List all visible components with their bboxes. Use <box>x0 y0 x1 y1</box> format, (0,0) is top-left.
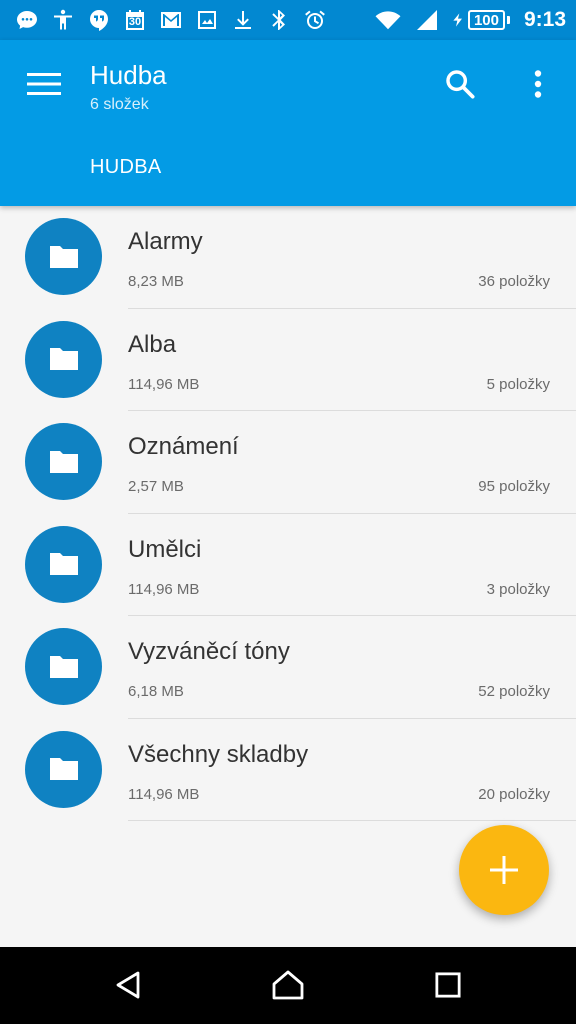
search-icon <box>446 70 475 99</box>
folder-item-count: 36 položky <box>478 273 550 290</box>
folder-item[interactable]: Vyzváněcí tóny 6,18 MB 52 položky <box>0 616 576 719</box>
divider <box>128 820 576 821</box>
folder-size: 8,23 MB <box>128 273 184 290</box>
folder-icon-circle <box>25 628 102 705</box>
more-options-button[interactable] <box>516 62 560 106</box>
navigation-bar <box>0 947 576 1024</box>
folder-item-count: 52 položky <box>478 683 550 700</box>
charging-icon <box>450 7 466 33</box>
more-vert-icon <box>534 70 542 98</box>
folder-size: 114,96 MB <box>128 580 200 598</box>
folder-item[interactable]: Alba 114,96 MB 5 položky <box>0 309 576 411</box>
wifi-icon <box>372 7 404 33</box>
breadcrumb[interactable]: HUDBA <box>90 156 162 179</box>
folder-icon <box>49 450 78 473</box>
recent-apps-icon <box>435 972 461 998</box>
folder-icon-circle <box>25 423 102 500</box>
recent-apps-button[interactable] <box>426 965 470 1005</box>
download-icon <box>230 7 256 33</box>
folder-item[interactable]: Oznámení 2,57 MB 95 položky <box>0 411 576 514</box>
back-button[interactable] <box>106 965 150 1005</box>
hangouts-icon <box>86 7 112 33</box>
calendar-day: 30 <box>128 16 142 28</box>
accessibility-icon <box>50 7 76 33</box>
folder-item-count: 5 položky <box>486 375 550 393</box>
back-icon <box>116 971 140 999</box>
folder-size: 2,57 MB <box>128 478 184 495</box>
image-icon <box>194 7 220 33</box>
calendar-icon: 30 <box>122 7 148 33</box>
folder-icon <box>49 553 78 575</box>
app-bar: Hudba 6 složek HUDBA <box>0 40 576 206</box>
folder-name: Všechny skladby <box>128 740 309 768</box>
folder-item-count: 20 položky <box>478 785 550 803</box>
folder-size: 114,96 MB <box>128 375 200 393</box>
folder-name: Oznámení <box>128 433 239 460</box>
folder-icon-circle <box>25 525 102 603</box>
battery-tip <box>506 16 510 24</box>
bluetooth-icon <box>266 7 292 33</box>
gmail-icon <box>158 7 184 33</box>
menu-button[interactable] <box>22 62 66 106</box>
folder-item[interactable]: Všechny skladby 114,96 MB 20 položky <box>0 719 576 821</box>
folder-item-count: 3 položky <box>486 580 550 598</box>
folder-size: 6,18 MB <box>128 683 184 700</box>
folder-icon <box>49 758 78 780</box>
alarm-icon <box>302 7 328 33</box>
signal-icon <box>414 7 440 33</box>
folder-icon <box>49 348 78 370</box>
search-button[interactable] <box>438 62 482 106</box>
clock: 9:13 <box>523 8 566 31</box>
folder-item[interactable]: Umělci 114,96 MB 3 položky <box>0 514 576 616</box>
battery-indicator: 100 <box>450 7 510 33</box>
home-button[interactable] <box>266 965 310 1005</box>
folder-item[interactable]: Alarmy 8,23 MB 36 položky <box>0 206 576 309</box>
battery-level: 100 <box>467 10 505 30</box>
folder-icon-circle <box>25 218 102 295</box>
folder-name: Umělci <box>128 535 202 563</box>
folder-icon-circle <box>25 320 102 398</box>
screen: 30 100 9:13 Hudba 6 složek HUDBA Alarmy … <box>0 0 576 1024</box>
folder-icon <box>49 655 78 678</box>
folder-list: Alarmy 8,23 MB 36 položky Alba 114,96 MB… <box>0 206 576 821</box>
folder-size: 114,96 MB <box>128 785 200 803</box>
folder-icon-circle <box>25 730 102 808</box>
messenger-icon <box>14 7 40 33</box>
plus-icon <box>490 856 518 884</box>
folder-name: Alarmy <box>128 228 203 255</box>
home-icon <box>272 970 304 1000</box>
folder-name: Vyzváněcí tóny <box>128 638 290 665</box>
page-title: Hudba <box>90 60 167 90</box>
folder-icon <box>49 245 78 268</box>
status-bar: 30 100 9:13 <box>0 0 576 40</box>
folder-count: 6 složek <box>90 96 149 113</box>
add-button[interactable] <box>459 825 549 915</box>
folder-name: Alba <box>128 330 177 358</box>
folder-item-count: 95 položky <box>478 478 550 495</box>
hamburger-menu-icon <box>27 73 61 95</box>
